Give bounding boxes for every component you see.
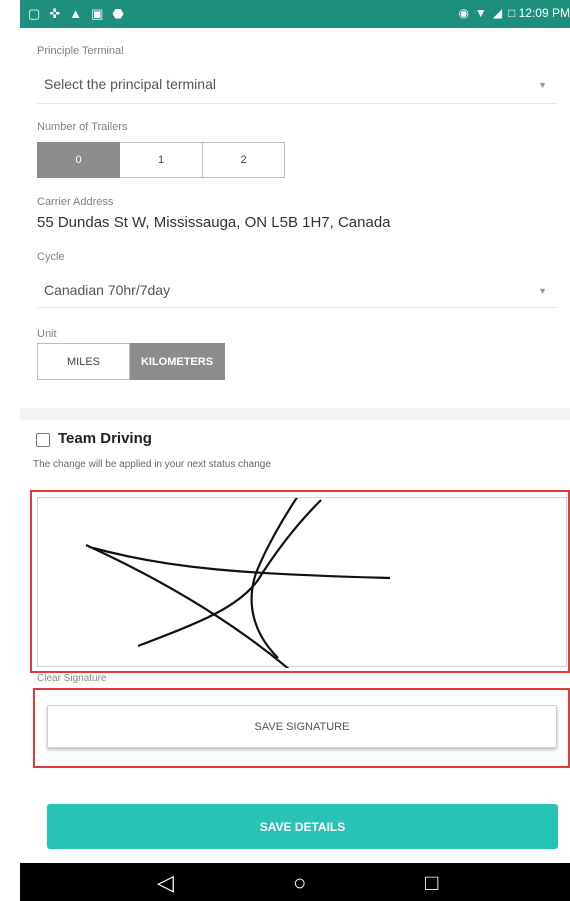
dropdown-underline [37, 103, 557, 104]
section-divider [20, 408, 570, 420]
team-driving-label: Team Driving [58, 430, 152, 447]
save-details-button[interactable]: SAVE DETAILS [47, 804, 558, 849]
carrier-address-value: 55 Dundas St W, Mississauga, ON L5B 1H7,… [37, 214, 391, 231]
wifi-icon: ▼ [474, 6, 487, 20]
image-icon: ▣ [91, 6, 104, 21]
team-driving-checkbox[interactable] [36, 433, 50, 447]
trailers-option-1[interactable]: 1 [120, 142, 203, 178]
trailers-segmented-control: 0 1 2 [37, 142, 285, 178]
back-icon[interactable]: ◁ [157, 870, 174, 896]
trailers-label: Number of Trailers [37, 121, 128, 133]
notification-icon: ▢ [28, 6, 41, 21]
unit-segmented-control: MILES KILOMETERS [37, 343, 225, 380]
clock-time: □ 12:09 PM [508, 6, 570, 20]
location-icon: ✜ [49, 6, 61, 21]
trailers-option-0[interactable]: 0 [37, 142, 120, 178]
dropdown-underline [37, 307, 557, 308]
app-icon: ⬣ [112, 6, 124, 21]
signal-icon: ◢ [492, 6, 503, 20]
carrier-address-label: Carrier Address [37, 196, 114, 208]
principle-terminal-label: Principle Terminal [37, 45, 124, 57]
signature-strokes [85, 492, 391, 671]
navigation-bar: ◁ ○ □ [20, 863, 570, 901]
warning-icon: ▲ [69, 6, 83, 21]
alarm-icon: ◉ [458, 6, 469, 20]
unit-option-kilometers[interactable]: KILOMETERS [130, 343, 225, 380]
trailers-option-2[interactable]: 2 [203, 142, 285, 178]
cycle-label: Cycle [37, 251, 65, 263]
dropdown-arrow-icon: ▼ [538, 286, 547, 296]
notification-icons: ▢ ✜ ▲ ▣ ⬣ [28, 6, 124, 22]
dropdown-arrow-icon: ▼ [538, 80, 547, 90]
cycle-value: Canadian 70hr/7day [44, 282, 171, 298]
clear-signature-link[interactable]: Clear Signature [37, 673, 106, 684]
signature-pad[interactable] [37, 492, 567, 671]
principle-terminal-dropdown[interactable]: Select the principal terminal ▼ [37, 70, 557, 104]
unit-label: Unit [37, 328, 57, 340]
cycle-dropdown[interactable]: Canadian 70hr/7day ▼ [37, 274, 557, 308]
principle-terminal-placeholder: Select the principal terminal [44, 76, 216, 92]
recents-icon[interactable]: □ [425, 870, 438, 896]
home-icon[interactable]: ○ [293, 870, 306, 896]
unit-option-miles[interactable]: MILES [37, 343, 130, 380]
status-bar: ▢ ✜ ▲ ▣ ⬣ ◉ ▼ ◢ □ 12:09 PM [20, 0, 570, 28]
team-driving-note: The change will be applied in your next … [33, 459, 271, 470]
system-icons: ◉ ▼ ◢ □ 12:09 PM [458, 6, 570, 20]
save-signature-button[interactable]: SAVE SIGNATURE [47, 705, 557, 748]
